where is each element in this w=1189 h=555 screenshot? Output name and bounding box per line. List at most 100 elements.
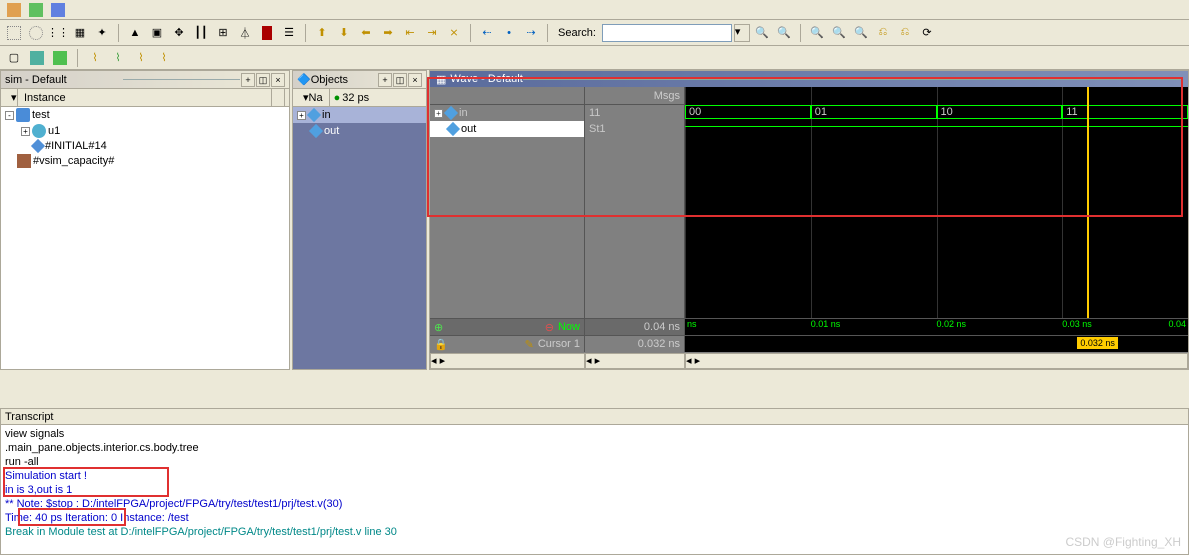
hscroll-names[interactable]: ◂ ▸ — [430, 353, 585, 369]
object-label: out — [324, 125, 339, 137]
cursor-up-icon[interactable]: ⬆ — [312, 23, 332, 43]
time-badge: 32 ps — [342, 92, 369, 104]
wave-values-column: Msgs 11 St1 — [585, 87, 685, 318]
form-icon[interactable]: ☰ — [279, 23, 299, 43]
panel-dock-button[interactable]: ◫ — [393, 73, 407, 87]
step-left-icon[interactable]: ⇠ — [477, 23, 497, 43]
tool-icon-1[interactable] — [4, 0, 24, 20]
wave-icon-3[interactable]: ⌇ — [131, 48, 151, 68]
wave-value-in[interactable]: 11 — [585, 105, 684, 121]
cursor-last-icon[interactable]: ⇥ — [422, 23, 442, 43]
expand-icon[interactable]: + — [21, 127, 30, 136]
refresh-icon[interactable]: ⟳ — [917, 23, 937, 43]
now-value: 0.04 ns — [585, 319, 685, 335]
wand-icon[interactable]: ✦ — [92, 23, 112, 43]
binoc-left-icon[interactable]: 🔍 — [752, 23, 772, 43]
wave-icon-4[interactable]: ⌇ — [154, 48, 174, 68]
wave-cursor-row: 🔒 ✎ Cursor 1 0.032 ns 0.032 ns — [430, 335, 1188, 353]
col-expand[interactable]: ▾ — [5, 89, 18, 106]
panel-add-button[interactable]: + — [241, 73, 255, 87]
bus-segment: 11 — [1062, 105, 1188, 119]
expand-icon[interactable]: - — [5, 111, 14, 120]
select-rect-icon[interactable] — [4, 23, 24, 43]
tree-icon[interactable]: ⊞ — [213, 23, 233, 43]
panel-dock-button[interactable]: ◫ — [256, 73, 270, 87]
cursor-track[interactable]: 0.032 ns — [685, 336, 1188, 352]
pointer-icon[interactable]: ▲ — [125, 23, 145, 43]
cursor-left-icon[interactable]: ⬅ — [356, 23, 376, 43]
cursor-first-icon[interactable]: ⇤ — [400, 23, 420, 43]
sliders-icon[interactable]: ┃┃ — [191, 23, 211, 43]
transcript-line: in is 3,out is 1 — [5, 483, 1184, 497]
wave-icon-2[interactable]: ⌇ — [108, 48, 128, 68]
search-input[interactable] — [602, 24, 732, 42]
panel-close-button[interactable]: × — [271, 73, 285, 87]
secondary-toolbar: ▢ ⌇ ⌇ ⌇ ⌇ — [0, 46, 1189, 70]
traffic-icon[interactable] — [257, 23, 277, 43]
module-icon — [16, 108, 30, 122]
win-icon-2[interactable] — [27, 48, 47, 68]
wave-plot-area[interactable]: 00 01 10 11 — [685, 87, 1188, 318]
expand-icon[interactable]: + — [297, 111, 306, 120]
search-dropdown[interactable]: ▾ — [734, 24, 750, 42]
add-cursor-icon[interactable]: ⊕ — [434, 321, 443, 334]
col-name[interactable]: ▾ Na — [297, 89, 330, 106]
win-icon-3[interactable] — [50, 48, 70, 68]
search-label: Search: — [558, 27, 596, 39]
select-circle-icon[interactable] — [26, 23, 46, 43]
cursor-right-icon[interactable]: ➡ — [378, 23, 398, 43]
binoc-right-icon[interactable]: 🔍 — [774, 23, 794, 43]
select-grid-icon[interactable]: ▦ — [70, 23, 90, 43]
col-extra[interactable] — [272, 89, 285, 106]
step-right-icon[interactable]: ⇢ — [521, 23, 541, 43]
tool-icon-3[interactable] — [48, 0, 68, 20]
step-mid-icon[interactable]: • — [499, 23, 519, 43]
wave-signal-out[interactable]: out — [430, 121, 584, 137]
main-toolbar: ⋮⋮ ▦ ✦ ▲ ▣ ✥ ┃┃ ⊞ ⏃ ☰ ⬆ ⬇ ⬅ ➡ ⇤ ⇥ ⨯ ⇠ • … — [0, 20, 1189, 46]
remove-cursor-icon[interactable]: ⊖ — [545, 321, 554, 334]
tree-label: test — [32, 109, 50, 121]
zoom-mode1-icon[interactable]: ⎌ — [873, 23, 893, 43]
cursor-indicator[interactable]: 0.032 ns — [1077, 337, 1118, 349]
tree-item-vsim[interactable]: #vsim_capacity# — [1, 153, 289, 169]
transcript-body[interactable]: view signals .main_pane.objects.interior… — [1, 425, 1188, 541]
cursor-x-icon[interactable]: ⨯ — [444, 23, 464, 43]
wave-signal-in[interactable]: + in — [430, 105, 584, 121]
zoom-in-icon[interactable]: 🔍 — [807, 23, 827, 43]
move-icon[interactable]: ✥ — [169, 23, 189, 43]
object-item-out[interactable]: out — [293, 123, 426, 139]
zoom-mode2-icon[interactable]: ⎌ — [895, 23, 915, 43]
zoom-out-icon[interactable]: 🔍 — [829, 23, 849, 43]
signal-icon — [307, 108, 321, 122]
tree-item-initial[interactable]: #INITIAL#14 — [1, 139, 289, 153]
wave-value-out[interactable]: St1 — [585, 121, 684, 137]
win-icon-1[interactable]: ▢ — [4, 48, 24, 68]
time-ruler: ns 0.01 ns 0.02 ns 0.03 ns 0.04 — [685, 319, 1188, 335]
tool-icon-2[interactable] — [26, 0, 46, 20]
cursor-lock-icon[interactable]: 🔒 — [434, 338, 448, 351]
expand-icon[interactable]: + — [434, 109, 443, 118]
select-dots-icon[interactable]: ⋮⋮ — [48, 23, 68, 43]
cursor-line[interactable] — [1087, 87, 1089, 318]
object-item-in[interactable]: + in — [293, 107, 426, 123]
msgs-header: Msgs — [585, 87, 684, 105]
panel-close-button[interactable]: × — [408, 73, 422, 87]
sim-panel-title: sim - Default — [5, 74, 123, 86]
panel-add-button[interactable]: + — [378, 73, 392, 87]
tree-item-u1[interactable]: + u1 — [1, 123, 289, 139]
hscroll-wave[interactable]: ◂ ▸ — [685, 353, 1188, 369]
tree-item-test[interactable]: - test — [1, 107, 289, 123]
graph-icon[interactable]: ⏃ — [235, 23, 255, 43]
wave-title-icon: ▦ — [436, 73, 446, 86]
col-instance[interactable]: Instance — [18, 89, 272, 106]
instance-icon — [32, 124, 46, 138]
transcript-panel: Transcript view signals .main_pane.objec… — [0, 408, 1189, 555]
box-icon[interactable]: ▣ — [147, 23, 167, 43]
cursor-down-icon[interactable]: ⬇ — [334, 23, 354, 43]
sim-panel: sim - Default + ◫ × ▾ Instance - test + … — [0, 70, 290, 370]
cursor-tool-icon[interactable]: ✎ — [525, 338, 534, 351]
zoom-fit-icon[interactable]: 🔍 — [851, 23, 871, 43]
hscroll-vals[interactable]: ◂ ▸ — [585, 353, 685, 369]
wave-icon-1[interactable]: ⌇ — [85, 48, 105, 68]
signal-name: in — [459, 107, 468, 119]
